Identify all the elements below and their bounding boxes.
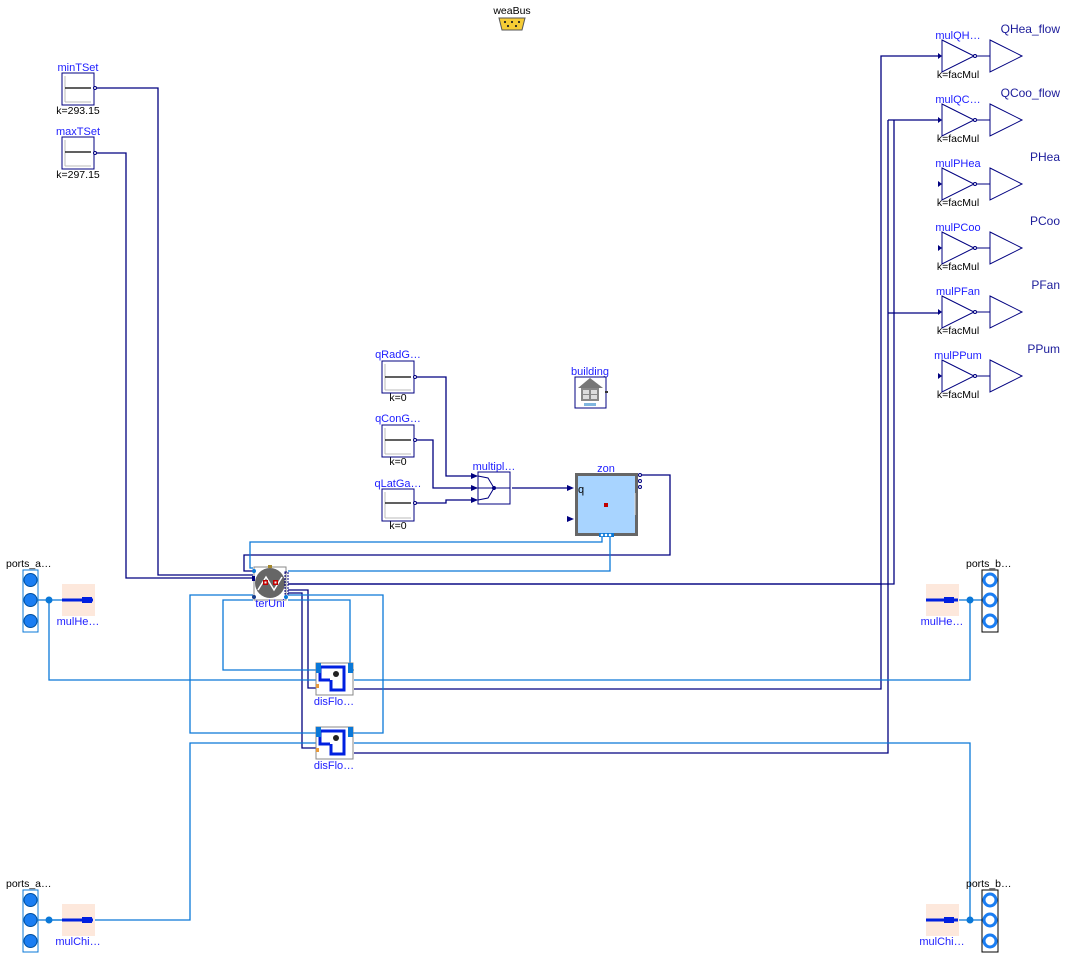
zone-fluid-ports[interactable] — [599, 533, 614, 537]
wire-heat-b[interactable] — [354, 600, 971, 681]
output-label: QHea_flow — [1001, 22, 1061, 36]
block-param: k=facMul — [937, 133, 979, 145]
block-name: mulHe… — [57, 616, 100, 628]
gain-qRadGai[interactable]: qRadG… k=0 — [375, 349, 421, 404]
block-param: k=0 — [389, 456, 406, 468]
ports-chilled-b[interactable]: ports_b… — [966, 878, 1012, 953]
zone-block[interactable]: zon q — [567, 463, 642, 537]
wire-disflo2-pow[interactable] — [354, 120, 889, 754]
wire-qlat[interactable] — [416, 499, 477, 504]
building-block[interactable]: building — [571, 366, 609, 409]
mult-heating-a[interactable]: mulHe… — [57, 584, 100, 628]
block-param: k=facMul — [937, 261, 979, 273]
wire-terUni-loop1[interactable] — [189, 594, 384, 734]
fan-coil-icon — [255, 568, 285, 598]
mult-heating-b[interactable]: mulHe… — [921, 584, 964, 628]
block-name: terUni — [255, 598, 284, 610]
block-param: k=297.15 — [56, 169, 100, 181]
output-3[interactable]: PCoo — [989, 214, 1060, 265]
ports-heating-a[interactable]: ports_a… — [6, 558, 52, 633]
wire-zon-fluid1[interactable] — [249, 535, 603, 569]
mult-chilled-a[interactable]: mulChi… — [55, 904, 101, 948]
block-param: k=0 — [389, 520, 406, 532]
weather-bus-label: weaBus — [492, 5, 530, 17]
block-name: maxTSet — [56, 126, 100, 138]
wire-mintset[interactable] — [96, 87, 253, 576]
multiplier-0[interactable]: mulQH…k=facMul — [935, 30, 990, 81]
diagram-canvas: weaBus minTSet k=293.15 maxTSet k=297.15… — [6, 5, 1060, 953]
distribution-block-2[interactable]: disFlo… — [314, 726, 354, 772]
port-label: ports_b… — [966, 558, 1012, 570]
setpoint-minTSet[interactable]: minTSet k=293.15 — [56, 62, 100, 117]
multiplier-3[interactable]: mulPCook=facMul — [935, 222, 990, 273]
terminal-unit[interactable]: terUni — [252, 565, 289, 610]
block-param: k=facMul — [937, 69, 979, 81]
wire-qrad[interactable] — [416, 376, 477, 477]
block-name: mulChi… — [55, 936, 100, 948]
block-param: k=facMul — [937, 197, 979, 209]
wire-chi-a[interactable] — [49, 742, 316, 921]
wire-maxtset[interactable] — [96, 152, 253, 579]
multiplier-2[interactable]: mulPHeak=facMul — [935, 158, 990, 209]
block-name: disFlo… — [314, 760, 354, 772]
block-name: multipl… — [473, 461, 516, 473]
fluid-wires — [38, 535, 982, 924]
block-name: qLatGa… — [374, 478, 421, 490]
ports-heating-b[interactable]: ports_b… — [966, 558, 1012, 633]
port-label: ports_b… — [966, 878, 1012, 890]
mult-chilled-b[interactable]: mulChi… — [919, 904, 965, 948]
block-name: qRadG… — [375, 349, 421, 361]
block-param: k=0 — [389, 392, 406, 404]
output-label: PHea — [1030, 150, 1060, 164]
ports-chilled-a[interactable]: ports_a… — [6, 878, 52, 953]
multiplier-5[interactable]: mulPPum k=facMul — [934, 350, 990, 401]
output-label: PCoo — [1030, 214, 1060, 228]
block-name: qConG… — [375, 413, 421, 425]
zone-q-port-label: q — [578, 484, 584, 496]
block-param: k=facMul — [937, 389, 979, 401]
multiplier-1[interactable]: mulQC…k=facMul — [935, 94, 990, 145]
wire-chi-b[interactable] — [354, 742, 971, 920]
port-label: ports_a… — [6, 878, 52, 890]
setpoint-maxTSet[interactable]: maxTSet k=297.15 — [56, 126, 100, 181]
block-param: k=293.15 — [56, 105, 100, 117]
wire-disflo1-pow[interactable] — [354, 584, 882, 690]
port-label: ports_a… — [6, 558, 52, 570]
output-4[interactable]: PFan — [989, 278, 1060, 329]
multiplier-column: mulQH…k=facMul QHea_flow mulQC…k=facMul QCo… — [934, 22, 1060, 401]
wire-zon-fluid2[interactable] — [288, 535, 611, 572]
gain-qConGai[interactable]: qConG… k=0 — [375, 413, 421, 468]
output-label: PPum — [1027, 342, 1060, 356]
distribution-block-1[interactable]: disFlo… — [314, 662, 354, 708]
block-name: disFlo… — [314, 696, 354, 708]
output-1[interactable]: QCoo_flow — [989, 86, 1061, 137]
output-2[interactable]: PHea — [989, 150, 1060, 201]
block-name: building — [571, 366, 609, 378]
output-5[interactable]: PPum — [989, 342, 1060, 393]
block-name: minTSet — [58, 62, 99, 74]
serial-connector-icon — [498, 17, 526, 31]
output-0[interactable]: QHea_flow — [989, 22, 1061, 73]
block-name: mulHe… — [921, 616, 964, 628]
gain-qLatGai[interactable]: qLatGa… k=0 — [374, 478, 421, 532]
block-name: mulPPum — [934, 350, 982, 362]
output-label: QCoo_flow — [1001, 86, 1061, 100]
weather-bus[interactable]: weaBus — [492, 5, 531, 31]
block-name: mulChi… — [919, 936, 964, 948]
output-label: PFan — [1031, 278, 1060, 292]
block-param: k=facMul — [937, 325, 979, 337]
multiplex-block[interactable]: multipl… — [471, 461, 516, 505]
multiplier-4[interactable]: mulPFank=facMul — [936, 286, 990, 337]
